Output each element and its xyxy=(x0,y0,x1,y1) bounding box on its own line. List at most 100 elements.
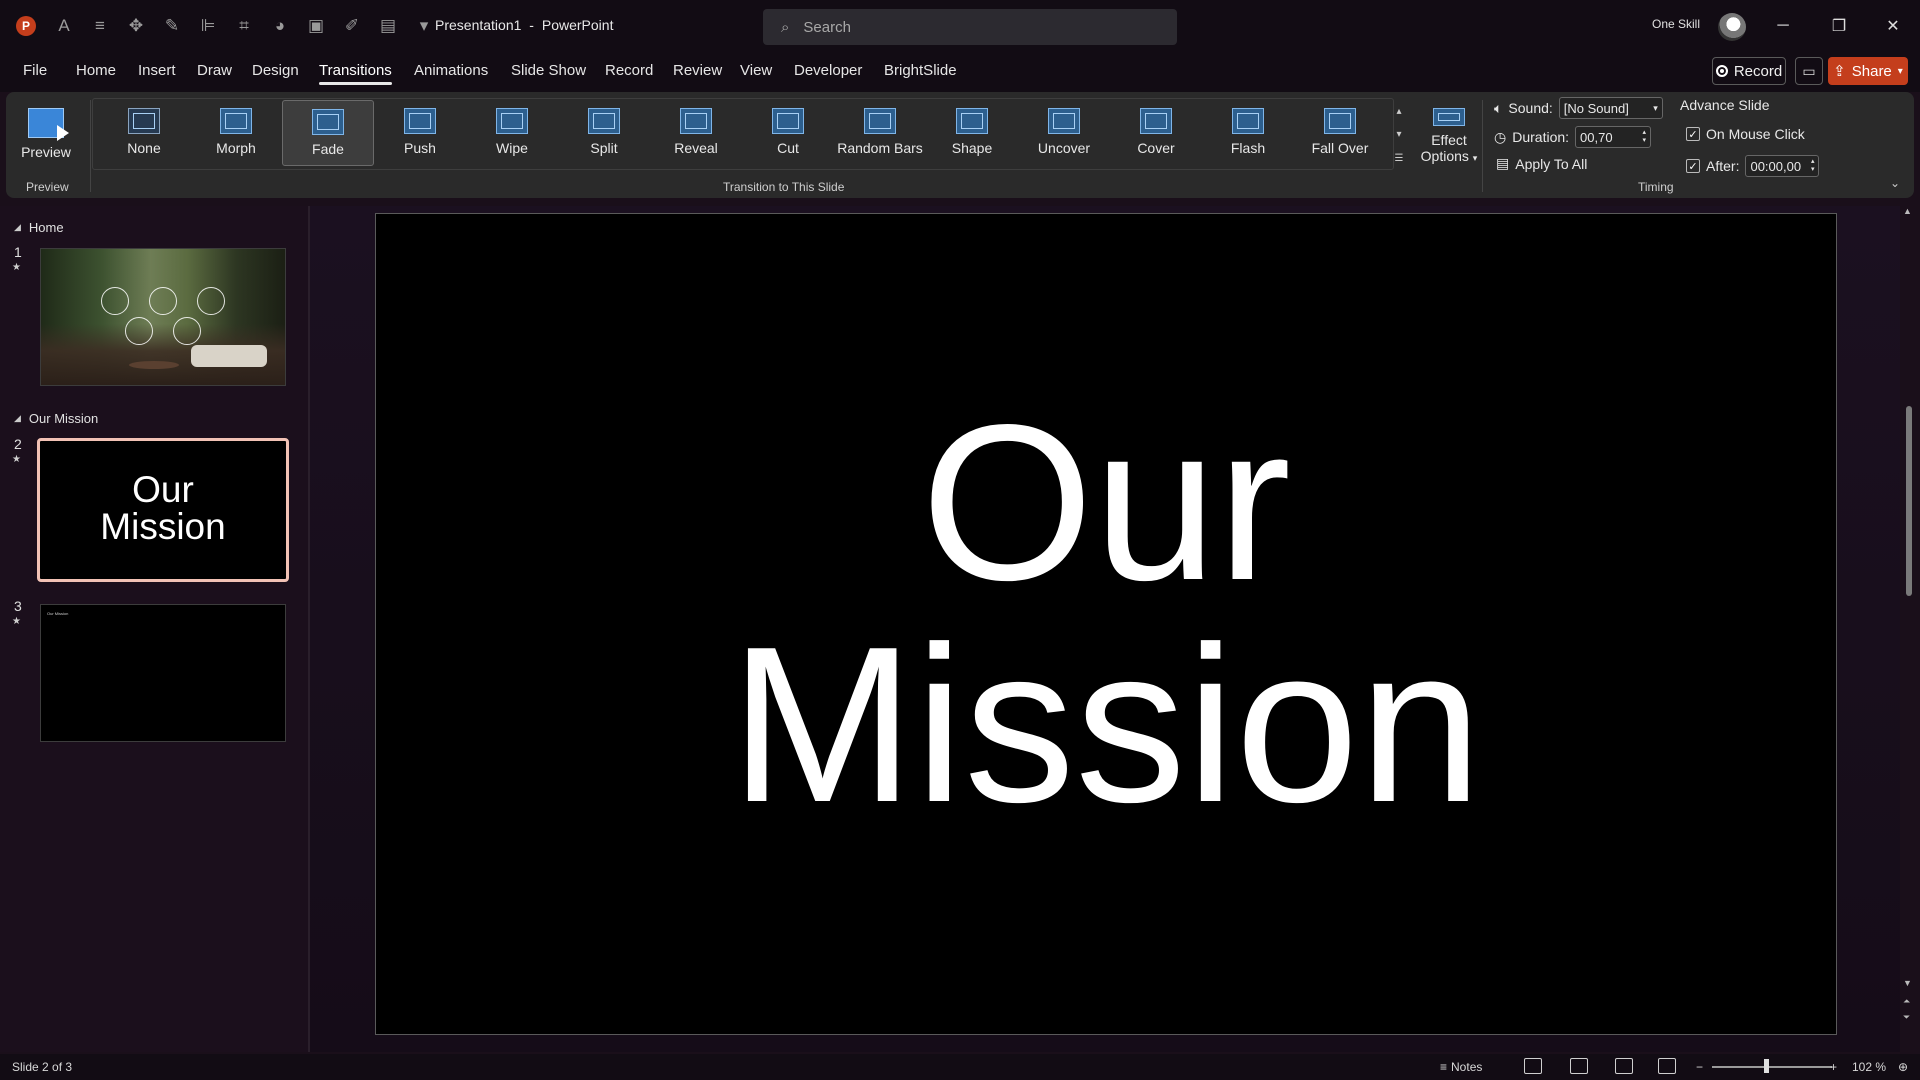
move-object-icon[interactable]: ✥ xyxy=(122,12,150,40)
after-spinner[interactable]: 00:00,00 ▴ ▾ xyxy=(1745,155,1820,177)
transition-flash-button[interactable]: Flash xyxy=(1202,100,1294,166)
comments-button[interactable]: ▭ xyxy=(1795,57,1823,85)
restore-icon[interactable]: ❐ xyxy=(1816,12,1862,40)
zoom-level[interactable]: 102 % xyxy=(1852,1060,1886,1074)
gallery-scroll[interactable]: ▴ ▾ ☰ xyxy=(1390,100,1408,170)
spinner-arrows-icon[interactable]: ▴ ▾ xyxy=(1811,158,1815,174)
share-button[interactable]: ⇪ Share ▾ xyxy=(1828,57,1908,85)
preview-button[interactable]: Preview xyxy=(6,100,86,166)
align-objects-icon[interactable]: ⊫ xyxy=(194,12,222,40)
slide-thumbnail-2[interactable]: Our Mission xyxy=(37,438,289,582)
zoom-slider[interactable] xyxy=(1712,1066,1832,1068)
zoom-slider-thumb[interactable] xyxy=(1764,1059,1769,1073)
apply-all-icon: ▤ xyxy=(1496,155,1510,171)
transition-morph-button[interactable]: Morph xyxy=(190,100,282,166)
clock-icon: ◷ xyxy=(1494,128,1507,145)
advance-slide-label: Advance Slide xyxy=(1680,97,1770,113)
transition-uncover-button[interactable]: Uncover xyxy=(1018,100,1110,166)
tab-transitions[interactable]: Transitions xyxy=(319,62,392,85)
section-home[interactable]: ◢ Home xyxy=(14,220,64,235)
transition-wipe-button[interactable]: Wipe xyxy=(466,100,558,166)
collapse-section-icon[interactable]: ◢ xyxy=(14,413,21,424)
scroll-up-icon[interactable]: ▲ xyxy=(1903,206,1912,216)
gallery-up-icon[interactable]: ▴ xyxy=(1396,106,1401,117)
search-icon: ⌕ xyxy=(781,18,790,36)
transition-cut-button[interactable]: Cut xyxy=(742,100,834,166)
format-painter-icon[interactable]: ✎ xyxy=(158,12,186,40)
slide-thumbnail-3[interactable]: Our Mission xyxy=(40,604,286,742)
quick-access-toolbar: A ≡ ✥ ✎ ⊫ ⌗ ◕ ▣ ✐ ▤ ▾ xyxy=(50,12,438,40)
close-icon[interactable]: ✕ xyxy=(1870,12,1916,40)
transition-push-button[interactable]: Push xyxy=(374,100,466,166)
section-our-mission[interactable]: ◢ Our Mission xyxy=(14,411,98,426)
previous-slide-icon[interactable]: ⏶ xyxy=(1903,996,1910,1007)
checkbox-icon[interactable]: ✓ xyxy=(1686,127,1700,141)
tab-home[interactable]: Home xyxy=(76,62,116,79)
align-text-icon[interactable]: ≡ xyxy=(86,12,114,40)
collapse-section-icon[interactable]: ◢ xyxy=(14,222,21,233)
transition-cover-button[interactable]: Cover xyxy=(1110,100,1202,166)
tab-developer[interactable]: Developer xyxy=(794,62,862,79)
search-placeholder: Search xyxy=(803,18,851,36)
slide-layout-icon[interactable]: ▤ xyxy=(374,12,402,40)
notes-label: Notes xyxy=(1451,1060,1483,1074)
slide-thumbnail-1[interactable] xyxy=(40,248,286,386)
normal-view-icon[interactable] xyxy=(1524,1058,1542,1074)
search-input[interactable]: ⌕ Search xyxy=(763,9,1177,45)
tab-design[interactable]: Design xyxy=(252,62,299,79)
after-checkbox[interactable]: ✓ xyxy=(1686,159,1700,173)
zoom-out-icon[interactable]: − xyxy=(1696,1060,1703,1074)
tab-view[interactable]: View xyxy=(740,62,772,79)
transition-reveal-button[interactable]: Reveal xyxy=(650,100,742,166)
duration-spinner[interactable]: 00,70 ▴ ▾ xyxy=(1575,126,1652,148)
spinner-arrows-icon[interactable]: ▴ ▾ xyxy=(1643,129,1647,145)
transition-fall-over-button[interactable]: Fall Over xyxy=(1294,100,1386,166)
reading-view-icon[interactable] xyxy=(1615,1058,1633,1074)
slide-canvas[interactable]: Our Mission xyxy=(375,213,1837,1035)
zoom-in-icon[interactable]: + xyxy=(1830,1060,1837,1074)
minimize-icon[interactable]: ─ xyxy=(1760,12,1806,40)
apply-all-label: Apply To All xyxy=(1515,155,1588,172)
transition-random-bars-button[interactable]: Random Bars xyxy=(834,100,926,166)
tab-file[interactable]: File xyxy=(23,62,47,79)
transition-fade-button[interactable]: Fade xyxy=(282,100,374,166)
vertical-scrollbar[interactable]: ▲ ▼ ⏶ ⏷ xyxy=(1902,206,1916,1032)
apply-to-all-button[interactable]: ▤ Apply To All xyxy=(1496,155,1587,172)
tab-animations[interactable]: Animations xyxy=(414,62,488,79)
collapse-ribbon-icon[interactable]: ⌄ xyxy=(1890,176,1900,190)
transition-none-button[interactable]: None xyxy=(98,100,190,166)
gallery-down-icon[interactable]: ▾ xyxy=(1396,129,1401,140)
on-mouse-click-checkbox[interactable]: ✓ On Mouse Click xyxy=(1686,126,1805,142)
push-transition-icon xyxy=(404,108,436,134)
pen-icon[interactable]: ✐ xyxy=(338,12,366,40)
tab-draw[interactable]: Draw xyxy=(197,62,232,79)
tab-review[interactable]: Review xyxy=(673,62,722,79)
tab-record[interactable]: Record xyxy=(605,62,653,79)
shape-fill-icon[interactable]: ◕ xyxy=(266,12,294,40)
slide-title[interactable]: Our Mission xyxy=(376,392,1836,836)
notes-button[interactable]: ≡ Notes xyxy=(1440,1060,1482,1074)
transition-shape-button[interactable]: Shape xyxy=(926,100,1018,166)
sound-dropdown[interactable]: [No Sound] ▾ xyxy=(1558,97,1663,119)
gallery-more-icon[interactable]: ☰ xyxy=(1395,153,1404,164)
scroll-down-icon[interactable]: ▼ xyxy=(1903,978,1912,988)
effect-options-button[interactable]: Effect Options ▾ xyxy=(1412,100,1486,166)
avatar[interactable] xyxy=(1718,13,1746,41)
tab-slide-show[interactable]: Slide Show xyxy=(511,62,586,79)
tab-brightslide[interactable]: BrightSlide xyxy=(884,62,957,79)
reveal-transition-icon xyxy=(680,108,712,134)
picture-icon[interactable]: ▣ xyxy=(302,12,330,40)
customize-qat-icon[interactable]: ▾ xyxy=(410,12,438,40)
transition-split-button[interactable]: Split xyxy=(558,100,650,166)
ribbon-divider xyxy=(1482,100,1483,192)
slide-sorter-icon[interactable] xyxy=(1570,1058,1588,1074)
tab-insert[interactable]: Insert xyxy=(138,62,176,79)
text-format-icon[interactable]: A xyxy=(50,12,78,40)
account-name[interactable]: One Skill xyxy=(1652,17,1700,31)
crop-icon[interactable]: ⌗ xyxy=(230,12,258,40)
slideshow-view-icon[interactable] xyxy=(1658,1058,1676,1074)
record-button[interactable]: Record xyxy=(1712,57,1786,85)
scroll-thumb[interactable] xyxy=(1906,406,1912,596)
next-slide-icon[interactable]: ⏷ xyxy=(1903,1012,1910,1023)
fit-to-window-icon[interactable]: ⊕ xyxy=(1898,1060,1908,1074)
